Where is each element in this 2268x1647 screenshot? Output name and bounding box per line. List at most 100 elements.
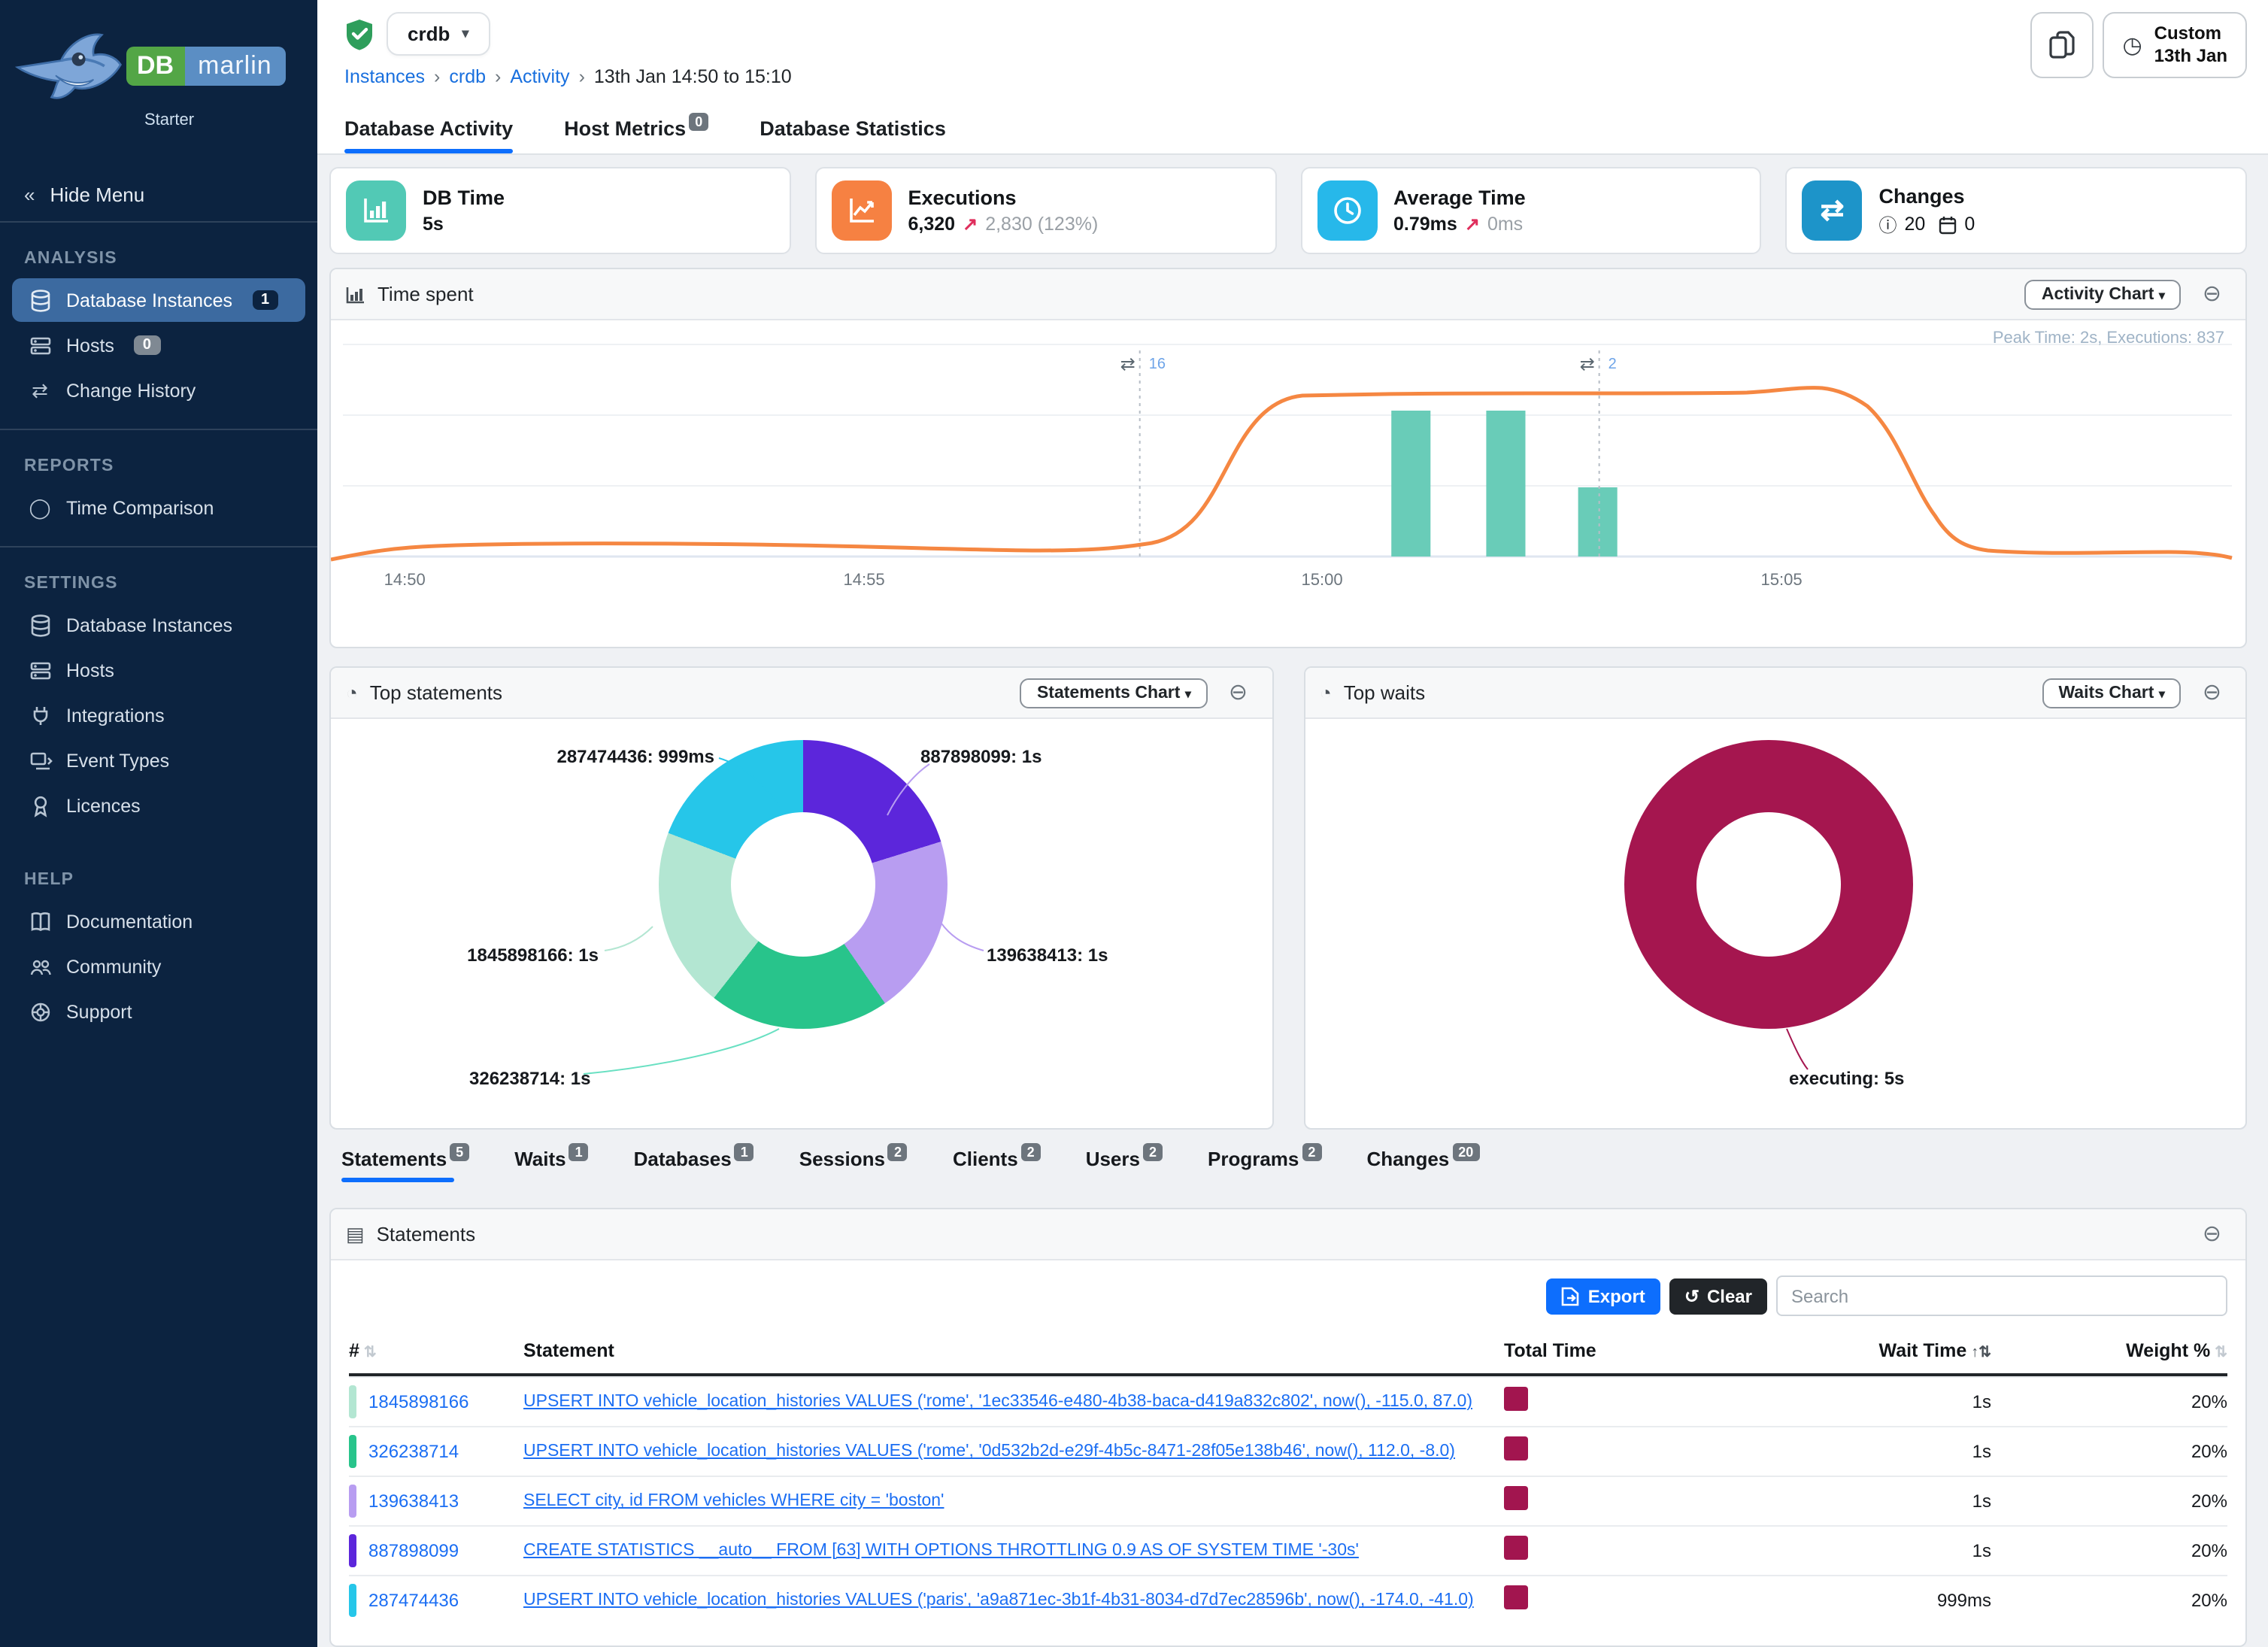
chart-type-label: Statements Chart [1037,684,1180,702]
collapse-panel-button[interactable]: ⊖ [1220,680,1257,705]
table-row[interactable]: 139638413 SELECT city, id FROM vehicles … [349,1476,2227,1525]
tab-label: Users [1086,1148,1140,1170]
server-icon [27,657,53,683]
slice-label-1845898166[interactable]: 1845898166: 1s [331,945,599,966]
copy-icon [2048,30,2075,60]
table-row[interactable]: 287474436 UPSERT INTO vehicle_location_h… [349,1575,2227,1624]
sidebar-item-integrations[interactable]: Integrations [12,693,305,737]
time-spent-panel: Time spent Activity Chart ▾ ⊖ Peak Time:… [329,268,2247,648]
tab-changes[interactable]: Changes20 [1366,1148,1479,1182]
change-annotation-count[interactable]: 16 [1149,356,1166,372]
export-button[interactable]: Export [1546,1278,1660,1314]
statement-sql-link[interactable]: UPSERT INTO vehicle_location_histories V… [523,1591,1504,1609]
breadcrumb-instances[interactable]: Instances [344,66,425,87]
breadcrumb-separator-icon: › [434,66,440,87]
metric-cards-row: DB Time 5s Executions 6,320 ↗ 2,830 (123… [329,167,2247,254]
change-annotation-count[interactable]: 2 [1609,356,1617,372]
sidebar-item-documentation[interactable]: Documentation [12,899,305,943]
slice-label-139638413[interactable]: 139638413: 1s [987,945,1108,966]
slice-label-287474436[interactable]: 287474436: 999ms [391,746,714,767]
tab-label: Waits [514,1148,565,1170]
tab-badge: 0 [689,113,708,131]
sidebar-item-event-types[interactable]: Event Types [12,739,305,782]
statement-id-link[interactable]: 287474436 [368,1590,459,1611]
trend-up-icon: ↗ [1465,214,1480,235]
sidebar-item-licences[interactable]: Licences [12,784,305,827]
tab-programs[interactable]: Programs2 [1208,1148,1321,1182]
statements-toolbar: Export ↺ Clear [331,1260,2245,1328]
statement-sql-link[interactable]: UPSERT INTO vehicle_location_histories V… [523,1393,1504,1411]
section-title: HELP [0,850,317,898]
tab-users[interactable]: Users2 [1086,1148,1163,1182]
slice-label-executing[interactable]: executing: 5s [1789,1068,1904,1089]
total-time-bar [1504,1386,1528,1410]
col-header-statement[interactable]: Statement [523,1340,1504,1361]
collapse-panel-button[interactable]: ⊖ [2194,1221,2230,1247]
search-input[interactable] [1776,1275,2227,1316]
statements-donut-chart: 287474436: 999ms 887898099: 1s 139638413… [331,719,1272,1130]
copy-link-button[interactable] [2030,12,2094,78]
export-icon [1561,1285,1579,1306]
brand-logo[interactable]: DB marlin Starter [0,0,317,168]
change-icon[interactable]: ⇄ [1120,354,1136,375]
breadcrumb-activity[interactable]: Activity [510,66,569,87]
marlin-fish-icon [15,21,123,108]
hide-menu-button[interactable]: « Hide Menu [0,168,317,223]
sidebar-item-settings-hosts[interactable]: Hosts [12,648,305,692]
statement-sql-link[interactable]: SELECT city, id FROM vehicles WHERE city… [523,1492,1504,1510]
lifebuoy-icon [27,999,53,1024]
col-header-weight[interactable]: Weight %⇅ [1991,1340,2227,1361]
sidebar-item-settings-database-instances[interactable]: Database Instances [12,603,305,647]
statement-id-link[interactable]: 1845898166 [368,1391,469,1412]
tab-databases[interactable]: Databases1 [634,1148,754,1182]
tab-host-metrics[interactable]: Host Metrics0 [564,117,708,153]
collapse-panel-button[interactable]: ⊖ [2194,680,2230,705]
activity-chart-select[interactable]: Activity Chart ▾ [2025,279,2182,309]
slice-label-887898099[interactable]: 887898099: 1s [920,746,1042,767]
sidebar-item-support[interactable]: Support [12,990,305,1033]
database-icon [27,287,53,313]
sidebar-item-hosts[interactable]: Hosts 0 [12,323,305,367]
collapse-panel-button[interactable]: ⊖ [2194,281,2230,307]
statement-id-link[interactable]: 887898099 [368,1540,459,1561]
statement-sql-link[interactable]: UPSERT INTO vehicle_location_histories V… [523,1442,1504,1460]
sidebar-item-label: Documentation [66,911,193,932]
statement-sql-link[interactable]: CREATE STATISTICS __auto__ FROM [63] WIT… [523,1542,1504,1560]
tab-sessions[interactable]: Sessions2 [799,1148,908,1182]
change-icon[interactable]: ⇄ [1580,354,1595,375]
sidebar-item-change-history[interactable]: ⇄ Change History [12,369,305,412]
tab-statements[interactable]: Statements5 [341,1148,469,1182]
card-executions: Executions 6,320 ↗ 2,830 (123%) [815,167,1277,254]
time-range-button[interactable]: ◷ Custom 13th Jan [2103,12,2247,78]
instance-selector[interactable]: crdb ▾ [387,12,490,56]
statement-id-link[interactable]: 326238714 [368,1441,459,1462]
breadcrumb-instance[interactable]: crdb [449,66,486,87]
breadcrumb: Instances › crdb › Activity › 13th Jan 1… [344,66,2247,87]
tab-database-activity[interactable]: Database Activity [344,117,513,153]
sidebar-item-database-instances[interactable]: Database Instances 1 [12,278,305,322]
table-row[interactable]: 1845898166 UPSERT INTO vehicle_location_… [349,1376,2227,1426]
charts-row: ◔ Top statements Statements Chart ▾ ⊖ [329,666,2247,1130]
clear-button[interactable]: ↺ Clear [1669,1278,1767,1314]
slice-label-326238714[interactable]: 326238714: 1s [469,1068,591,1089]
statement-id-link[interactable]: 139638413 [368,1491,459,1512]
x-tick: 14:55 [844,570,885,589]
tab-database-statistics[interactable]: Database Statistics [760,117,946,153]
col-header-total-time[interactable]: Total Time [1504,1340,1712,1361]
col-header-id[interactable]: #⇅ [349,1340,523,1361]
database-icon [27,612,53,638]
tab-waits[interactable]: Waits1 [514,1148,588,1182]
statement-color-chip [349,1534,356,1567]
col-header-wait-time[interactable]: Wait Time↑⇅ [1712,1340,1991,1361]
tab-clients[interactable]: Clients2 [953,1148,1041,1182]
statements-chart-select[interactable]: Statements Chart ▾ [1020,678,1208,708]
card-title: Average Time [1393,187,1526,209]
sidebar-item-community[interactable]: Community [12,945,305,988]
sidebar-item-time-comparison[interactable]: ◯︎ Time Comparison [12,486,305,529]
table-row[interactable]: 887898099 CREATE STATISTICS __auto__ FRO… [349,1525,2227,1575]
table-row[interactable]: 326238714 UPSERT INTO vehicle_location_h… [349,1426,2227,1476]
events-icon [27,748,53,773]
breadcrumb-current-range: 13th Jan 14:50 to 15:10 [594,66,792,87]
trend-up-icon: ↗ [963,214,978,235]
waits-chart-select[interactable]: Waits Chart ▾ [2042,678,2181,708]
